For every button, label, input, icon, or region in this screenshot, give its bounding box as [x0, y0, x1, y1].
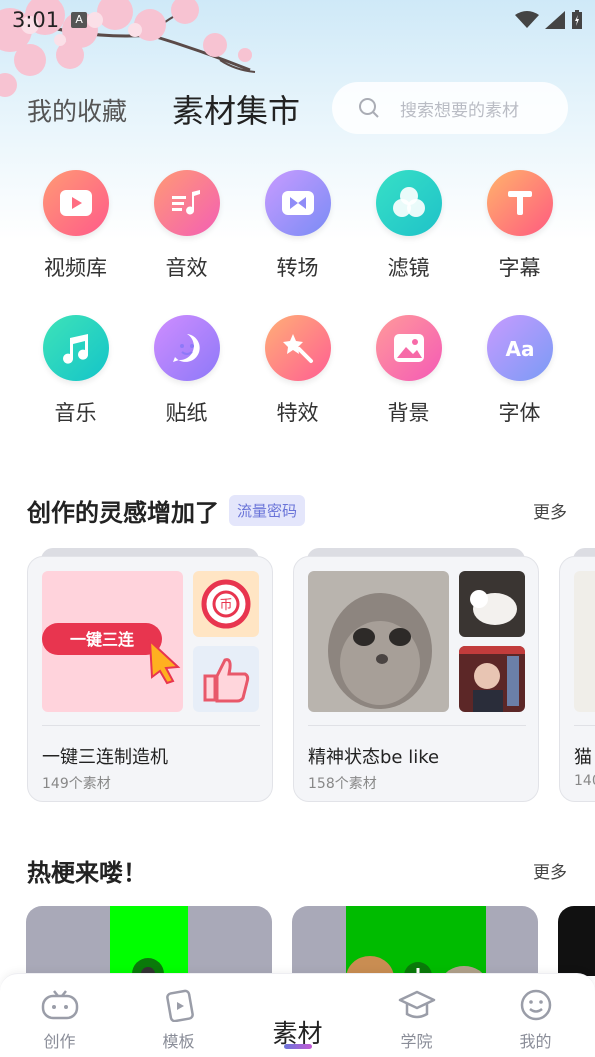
- nav-mine[interactable]: 我的: [476, 974, 595, 1057]
- memes-section-header: 热梗来喽！ 更多: [27, 853, 567, 887]
- category-label: 音效: [165, 256, 208, 280]
- nav-templates[interactable]: 模板: [119, 974, 238, 1057]
- nav-create[interactable]: 创作: [0, 974, 119, 1057]
- category-backgrounds[interactable]: 背景: [353, 315, 464, 427]
- banner-text: 一键三连: [70, 630, 135, 649]
- category-label: 字幕: [498, 256, 541, 280]
- graduation-cap-icon: [398, 990, 435, 1019]
- transition-icon: [264, 170, 331, 236]
- coin-thumbnail: 币: [193, 571, 259, 637]
- memes-title: 热梗来喽！: [27, 858, 147, 887]
- inspiration-card-carousel: 一键三连 币 一键三连制造机 149个素材 精神状态be like 158个素材…: [27, 548, 595, 804]
- nav-materials-active[interactable]: 素材: [238, 974, 357, 1057]
- filter-icon: [375, 170, 442, 236]
- wifi-icon: [515, 11, 539, 28]
- active-tab-indicator: [283, 1044, 312, 1049]
- card-main-image: [574, 571, 595, 712]
- music-icon: [42, 315, 109, 381]
- category-label: 字体: [498, 401, 541, 425]
- category-music[interactable]: 音乐: [20, 315, 131, 427]
- category-label: 音乐: [54, 401, 97, 425]
- nav-label: 我的: [519, 1032, 552, 1051]
- card-title: 精神状态be like: [308, 747, 440, 768]
- meme-card[interactable]: [26, 906, 272, 976]
- sound-effect-icon: [153, 170, 220, 236]
- category-effects[interactable]: 特效: [242, 315, 353, 427]
- hamster-image: [308, 571, 449, 712]
- search-icon: [359, 98, 379, 118]
- category-grid: 视频库 音效 转场 滤镜 字幕 音乐 贴纸 特效 背景 Aa 字体: [20, 170, 575, 427]
- card-main-image: 一键三连: [42, 571, 183, 712]
- svg-text:Aa: Aa: [505, 337, 534, 361]
- category-fonts[interactable]: Aa 字体: [464, 315, 575, 427]
- category-label: 特效: [276, 401, 319, 425]
- notification-icon: A: [71, 12, 88, 28]
- template-icon: [165, 989, 194, 1022]
- category-filters[interactable]: 滤镜: [353, 170, 464, 282]
- video-library-icon: [42, 170, 109, 236]
- category-transitions[interactable]: 转场: [242, 170, 353, 282]
- search-placeholder: 搜索想要的素材: [400, 100, 519, 121]
- category-label: 背景: [387, 401, 430, 425]
- card-count: 149个素材: [42, 776, 111, 792]
- card-title: 猫: [574, 747, 592, 768]
- category-label: 视频库: [44, 256, 107, 280]
- bottom-navigation: 创作 模板 素材 学院 我的: [0, 973, 595, 1057]
- tv-icon: [41, 990, 78, 1020]
- person-thumbnail: [459, 646, 525, 712]
- inspiration-section-header: 创作的灵感增加了 流量密码 更多: [27, 493, 567, 527]
- category-label: 滤镜: [387, 256, 430, 280]
- card-title: 一键三连制造机: [42, 747, 168, 768]
- nav-label: 学院: [400, 1032, 433, 1051]
- effects-icon: [264, 315, 331, 381]
- meme-card[interactable]: [292, 906, 538, 976]
- battery-icon: [572, 10, 582, 29]
- traffic-code-tag: 流量密码: [229, 494, 306, 526]
- nav-academy[interactable]: 学院: [357, 974, 476, 1057]
- thumbs-up-thumbnail: [193, 646, 259, 712]
- meme-card[interactable]: [558, 906, 595, 976]
- inspiration-title: 创作的灵感增加了: [27, 498, 219, 527]
- tab-material-market[interactable]: 素材集市: [172, 86, 300, 132]
- top-tabs: 我的收藏 素材集市 搜索想要的素材: [0, 82, 595, 136]
- card-mental-state[interactable]: 精神状态be like 158个素材: [293, 556, 539, 802]
- category-label: 转场: [276, 256, 319, 280]
- cat-thumbnail: [459, 571, 525, 637]
- memes-more-link[interactable]: 更多: [533, 858, 567, 883]
- status-time: 3:01: [12, 8, 60, 32]
- category-subtitles[interactable]: 字幕: [464, 170, 575, 282]
- card-one-click-triple[interactable]: 一键三连 币 一键三连制造机 149个素材: [27, 556, 273, 802]
- nav-label: 创作: [43, 1032, 76, 1051]
- category-label: 贴纸: [165, 401, 208, 425]
- card-count: 140: [574, 773, 595, 789]
- tab-my-favorites[interactable]: 我的收藏: [27, 92, 127, 128]
- font-icon: Aa: [486, 315, 553, 381]
- search-bar[interactable]: 搜索想要的素材: [332, 82, 568, 134]
- background-icon: [375, 315, 442, 381]
- meme-card-row: [26, 906, 595, 976]
- svg-text:币: 币: [219, 598, 232, 613]
- card-cat-partial[interactable]: 猫 140: [559, 556, 595, 802]
- inspiration-more-link[interactable]: 更多: [533, 498, 567, 523]
- status-bar: 3:01 A: [0, 0, 595, 40]
- category-video-library[interactable]: 视频库: [20, 170, 131, 282]
- category-stickers[interactable]: 贴纸: [131, 315, 242, 427]
- smiley-face-icon: [520, 989, 551, 1021]
- sticker-icon: [153, 315, 220, 381]
- nav-label: 模板: [162, 1032, 195, 1051]
- subtitle-icon: [486, 170, 553, 236]
- cell-signal-icon: [545, 11, 565, 29]
- category-sound-effects[interactable]: 音效: [131, 170, 242, 282]
- card-count: 158个素材: [308, 776, 377, 792]
